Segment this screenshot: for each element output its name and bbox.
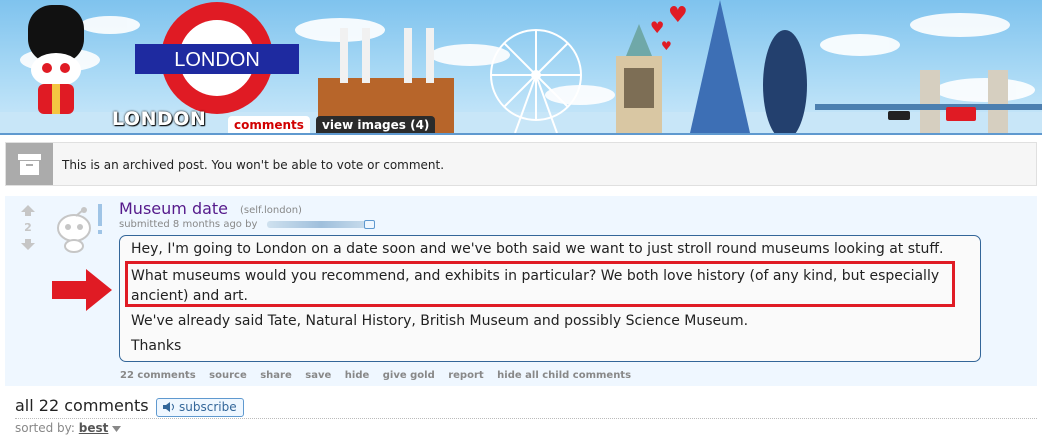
downvote-arrow-icon[interactable] <box>21 239 35 250</box>
clock-tower <box>616 24 662 133</box>
shard-building <box>690 0 750 133</box>
sort-menu[interactable]: sorted by: best <box>15 421 122 435</box>
post-body: Hey, I'm going to London on a date soon … <box>119 235 981 362</box>
subreddit-banner: LONDON ♥ ♥ ♥ LONDON comments view images… <box>0 0 1042 133</box>
roundel-sign-text: LONDON <box>174 49 260 71</box>
subreddit-name[interactable]: LONDON <box>112 108 206 130</box>
tab-view-images[interactable]: view images (4) <box>316 116 436 133</box>
gherkin-building <box>763 30 807 133</box>
sort-value[interactable]: best <box>79 421 109 435</box>
tab-comments[interactable]: comments <box>228 116 310 133</box>
post-paragraph: We've already said Tate, Natural History… <box>131 313 749 329</box>
hide-button[interactable]: hide <box>345 370 370 381</box>
heart-icon: ♥ <box>650 18 664 37</box>
hide-child-comments-button[interactable]: hide all child comments <box>497 370 631 381</box>
save-button[interactable]: save <box>305 370 331 381</box>
post-paragraph: Hey, I'm going to London on a date soon … <box>131 241 944 257</box>
heart-icon: ♥ <box>668 3 688 28</box>
red-arrow-icon <box>52 269 112 311</box>
post-title[interactable]: Museum date <box>119 199 228 218</box>
share-button[interactable]: share <box>260 370 292 381</box>
comments-divider <box>15 418 1037 419</box>
subscribe-button[interactable]: subscribe <box>156 398 244 417</box>
post-paragraph: Thanks <box>131 338 182 354</box>
guard-mascot <box>28 5 84 114</box>
subscribe-label: subscribe <box>179 400 237 414</box>
header-divider <box>0 133 1042 135</box>
vote-column: 2 <box>19 201 37 254</box>
post-container: 2 Museum date (self.london) submitted 8 … <box>5 196 1037 386</box>
post-tagline: submitted 8 months ago by <box>119 219 258 230</box>
post-action-buttons: 22 comments source share save hide give … <box>120 370 641 381</box>
source-button[interactable]: source <box>209 370 247 381</box>
comment-count: all 22 comments <box>15 396 149 415</box>
heart-icon: ♥ <box>661 39 672 53</box>
archive-icon <box>18 154 41 175</box>
archived-message: This is an archived post. You won't be a… <box>62 158 445 172</box>
post-domain[interactable]: (self.london) <box>240 205 302 216</box>
self-post-thumbnail-icon[interactable] <box>52 198 104 254</box>
highlight-box <box>125 261 955 307</box>
comments-link[interactable]: 22 comments <box>120 370 196 381</box>
redacted-author[interactable] <box>267 220 375 229</box>
post-score: 2 <box>24 221 32 234</box>
sorted-by-label: sorted by: <box>15 421 75 435</box>
upvote-arrow-icon[interactable] <box>21 205 35 216</box>
speaker-icon <box>163 402 174 412</box>
chevron-down-icon[interactable] <box>112 426 122 432</box>
archive-icon-box <box>6 143 53 185</box>
archived-notice: This is an archived post. You won't be a… <box>5 142 1037 186</box>
report-button[interactable]: report <box>448 370 483 381</box>
give-gold-button[interactable]: give gold <box>383 370 435 381</box>
